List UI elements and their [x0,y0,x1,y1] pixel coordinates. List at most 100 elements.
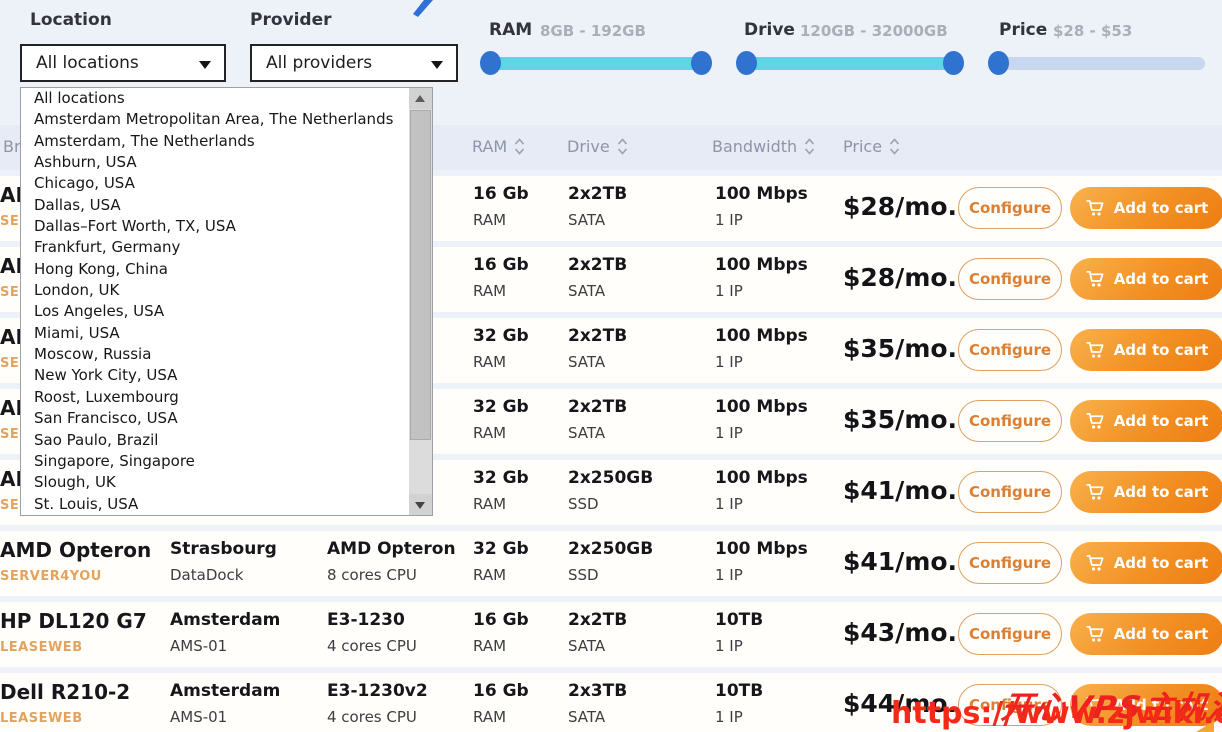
location-option[interactable]: New York City, USA [21,365,409,386]
drive-slider-track[interactable] [740,57,960,70]
server-cpu-cores: 4 cores CPU [327,637,417,655]
server-drive-type: SATA [568,637,605,655]
cart-icon [1086,199,1105,217]
header-bandwidth[interactable]: Bandwidth [712,137,815,156]
location-option[interactable]: Amsterdam, The Netherlands [21,131,409,152]
price-slider-handle-min[interactable] [988,51,1009,75]
configure-button[interactable]: Configure [958,187,1062,229]
server-ram-unit: RAM [473,637,506,655]
location-select-value: All locations [36,53,139,73]
location-option-list: All locations Amsterdam Metropolitan Are… [21,88,409,515]
server-row: AMD Opteron SERVER4YOU Strasbourg DataDo… [0,531,1222,596]
cart-icon [1086,483,1105,501]
header-ram[interactable]: RAM [472,137,525,156]
server-ram: 32 Gb [473,326,529,346]
configure-button[interactable]: Configure [958,258,1062,300]
cart-icon [1086,554,1105,572]
scroll-down-icon[interactable] [409,494,432,515]
location-dropdown-list: All locations Amsterdam Metropolitan Are… [20,87,433,516]
server-price: $35/mo. [843,334,957,363]
location-option[interactable]: Los Angeles, USA [21,301,409,322]
location-option[interactable]: Ashburn, USA [21,152,409,173]
location-option[interactable]: San Francisco, USA [21,408,409,429]
server-drive-type: SATA [568,282,605,300]
cart-icon [1086,625,1105,643]
server-drive-type: SATA [568,211,605,229]
location-option[interactable]: Miami, USA [21,323,409,344]
location-option[interactable]: Hong Kong, China [21,259,409,280]
server-ip-count: 1 IP [715,211,743,229]
scroll-up-icon[interactable] [409,88,432,109]
server-bandwidth: 100 Mbps [715,184,808,204]
server-drive: 2x250GB [568,539,653,559]
location-select[interactable]: All locations [20,44,226,82]
location-option[interactable]: Chicago, USA [21,173,409,194]
add-to-cart-button[interactable]: Add to cart [1070,471,1222,513]
add-to-cart-button[interactable]: Add to cart [1070,187,1222,229]
add-to-cart-label: Add to cart [1114,199,1209,217]
drive-slider-label: Drive [744,20,795,40]
header-price[interactable]: Price [843,137,900,156]
server-cpu-cores: 4 cores CPU [327,708,417,726]
server-cpu: E3-1230 [327,610,405,630]
server-drive-type: SSD [568,495,599,513]
provider-name: LEASEWEB [0,640,83,655]
price-slider-track[interactable] [992,57,1205,70]
add-to-cart-button[interactable]: Add to cart [1070,329,1222,371]
location-option[interactable]: Amsterdam Metropolitan Area, The Netherl… [21,109,409,130]
add-to-cart-button[interactable]: Add to cart [1070,542,1222,584]
location-option[interactable]: St. Louis, USA [21,494,409,515]
configure-button[interactable]: Configure [958,542,1062,584]
configure-button[interactable]: Configure [958,400,1062,442]
configure-button[interactable]: Configure [958,329,1062,371]
server-ip-count: 1 IP [715,566,743,584]
location-option[interactable]: All locations [21,88,409,109]
add-to-cart-button[interactable]: Add to cart [1070,613,1222,655]
server-bandwidth: 10TB [715,681,763,701]
server-bandwidth: 10TB [715,610,763,630]
location-option[interactable]: Moscow, Russia [21,344,409,365]
server-drive: 2x3TB [568,681,627,701]
header-drive[interactable]: Drive [567,137,628,156]
location-option[interactable]: Dallas–Fort Worth, TX, USA [21,216,409,237]
location-option[interactable]: Dallas, USA [21,195,409,216]
server-price: $41/mo. [843,547,957,576]
server-price: $43/mo. [843,618,957,647]
location-option[interactable]: Slough, UK [21,472,409,493]
sort-icon [514,138,525,155]
server-bandwidth: 100 Mbps [715,397,808,417]
sort-icon [889,138,900,155]
add-to-cart-button[interactable]: Add to cart [1070,400,1222,442]
drive-slider-handle-min[interactable] [736,51,757,75]
server-drive-type: SATA [568,353,605,371]
location-option[interactable]: London, UK [21,280,409,301]
server-ip-count: 1 IP [715,495,743,513]
provider-select[interactable]: All providers [250,44,458,82]
server-drive-type: SSD [568,566,599,584]
dropdown-scrollbar[interactable] [409,88,432,515]
server-bandwidth: 100 Mbps [715,468,808,488]
ram-slider-track[interactable] [484,57,708,70]
server-ram-unit: RAM [473,495,506,513]
location-option[interactable]: Roost, Luxembourg [21,387,409,408]
location-option[interactable]: Sao Paulo, Brazil [21,430,409,451]
server-model: Dell R210-2 [0,680,130,704]
ram-slider-handle-max[interactable] [691,51,712,75]
location-option[interactable]: Singapore, Singapore [21,451,409,472]
sort-icon [804,138,815,155]
ram-slider-handle-min[interactable] [480,51,501,75]
drive-slider-handle-max[interactable] [943,51,964,75]
configure-button[interactable]: Configure [958,471,1062,513]
add-to-cart-button[interactable]: Add to cart [1070,258,1222,300]
ram-slider-label: RAM [489,20,532,40]
add-to-cart-label: Add to cart [1114,554,1209,572]
server-price: $35/mo. [843,405,957,434]
location-option[interactable]: Frankfurt, Germany [21,237,409,258]
server-drive: 2x2TB [568,397,627,417]
server-price: $41/mo. [843,476,957,505]
server-ram: 32 Gb [473,539,529,559]
configure-button[interactable]: Configure [958,613,1062,655]
server-ram-unit: RAM [473,353,506,371]
scrollbar-thumb[interactable] [410,110,431,440]
server-ip-count: 1 IP [715,708,743,726]
